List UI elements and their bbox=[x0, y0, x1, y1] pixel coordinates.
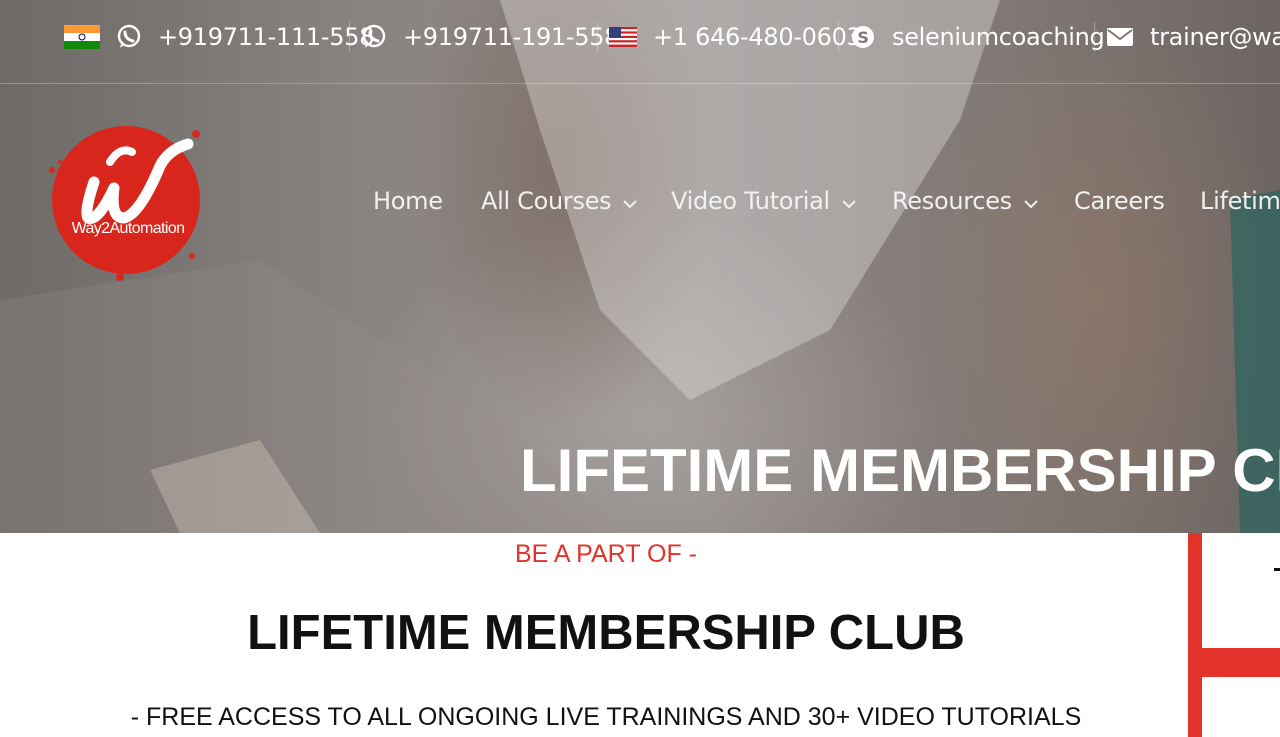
contact-text: +919711-111-558 bbox=[158, 23, 375, 51]
nav-item-label: Careers bbox=[1074, 187, 1165, 215]
contact-text: trainer@way bbox=[1150, 23, 1280, 51]
divider bbox=[838, 22, 839, 52]
nav-item-resources[interactable]: Resources bbox=[892, 186, 1038, 216]
skype-icon: S bbox=[850, 24, 876, 50]
contact-skype[interactable]: S seleniumcoaching bbox=[850, 20, 1105, 54]
whatsapp-icon bbox=[361, 24, 387, 50]
contact-text: +1 646-480-0603 bbox=[653, 23, 862, 51]
nav-item-all-courses[interactable]: All Courses bbox=[481, 186, 638, 216]
contact-text: seleniumcoaching bbox=[892, 23, 1105, 51]
chevron-down-icon bbox=[842, 187, 856, 215]
hero-title: LIFETIME MEMBERSHIP CL bbox=[520, 437, 1280, 504]
nav-item-careers[interactable]: Careers bbox=[1074, 186, 1165, 216]
whatsapp-icon bbox=[116, 24, 142, 50]
usa-flag-icon bbox=[609, 27, 637, 47]
india-flag-icon bbox=[64, 25, 100, 49]
envelope-icon bbox=[1106, 26, 1134, 48]
side-panel-mark bbox=[1274, 568, 1280, 571]
logo-text: Way2Automation bbox=[71, 220, 185, 237]
contact-india-phone-1[interactable]: +919711-111-558 bbox=[64, 20, 374, 54]
svg-text:S: S bbox=[857, 28, 868, 47]
section-subtitle: - FREE ACCESS TO ALL ONGOING LIVE TRAINI… bbox=[130, 703, 1082, 731]
nav-item-label: Home bbox=[373, 187, 443, 215]
nav-item-home[interactable]: Home bbox=[373, 186, 443, 216]
side-panel bbox=[1188, 533, 1280, 737]
nav-item-label: All Courses bbox=[481, 187, 612, 215]
contact-bar: +919711-111-558 +919711-191-558 +1 646-4… bbox=[0, 0, 1280, 84]
divider bbox=[597, 22, 598, 52]
section-kicker: BE A PART OF - bbox=[514, 540, 697, 568]
page-title: LIFETIME MEMBERSHIP CLUB bbox=[247, 606, 965, 660]
nav-item-video-tutorial[interactable]: Video Tutorial bbox=[671, 186, 856, 216]
contact-text: +919711-191-558 bbox=[403, 23, 620, 51]
nav-item-label: Resources bbox=[892, 187, 1012, 215]
side-panel-card bbox=[1202, 533, 1280, 648]
nav-item-lifetime[interactable]: Lifetime bbox=[1200, 186, 1280, 216]
divider bbox=[349, 22, 350, 52]
chevron-down-icon bbox=[1024, 187, 1038, 215]
contact-email[interactable]: trainer@way bbox=[1106, 20, 1280, 54]
chevron-down-icon bbox=[623, 187, 638, 215]
nav-item-label: Lifetime bbox=[1200, 187, 1280, 215]
way2automation-logo[interactable]: Way2Automation bbox=[48, 122, 208, 282]
side-panel-card bbox=[1202, 677, 1280, 737]
contact-india-phone-2[interactable]: +919711-191-558 bbox=[361, 20, 619, 54]
divider bbox=[1094, 22, 1095, 52]
contact-usa-phone[interactable]: +1 646-480-0603 bbox=[609, 20, 862, 54]
nav-item-label: Video Tutorial bbox=[671, 187, 830, 215]
